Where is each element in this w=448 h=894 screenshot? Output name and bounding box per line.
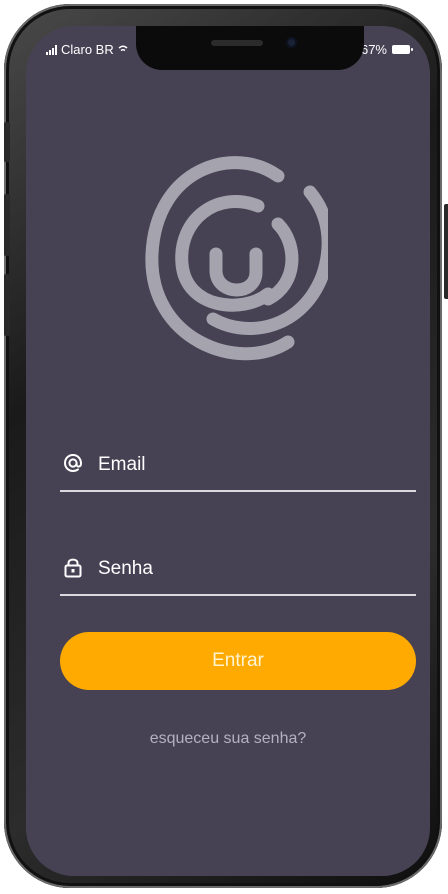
at-icon — [63, 453, 83, 473]
power-button — [444, 204, 448, 299]
lock-icon — [64, 558, 82, 578]
password-placeholder: Senha — [98, 558, 153, 579]
status-bar-left: Claro BR — [46, 42, 128, 57]
battery-icon — [392, 45, 413, 54]
email-field[interactable]: Email — [60, 440, 416, 492]
email-placeholder: Email — [98, 454, 146, 475]
carrier-name: Claro BR — [61, 42, 114, 57]
mute-switch — [4, 122, 10, 162]
spiral-smile-logo — [145, 156, 328, 361]
battery-percentage: 67% — [360, 42, 387, 57]
login-button[interactable]: Entrar — [60, 632, 416, 690]
forgot-password-link[interactable]: esqueceu sua senha? — [26, 730, 430, 748]
speaker-grille — [211, 40, 263, 46]
volume-up-button — [4, 194, 10, 256]
wifi-icon — [118, 45, 128, 52]
front-camera — [286, 37, 297, 48]
app-screen: Claro BR 67% Email Senha Entrar esqueceu… — [26, 26, 430, 876]
password-field[interactable]: Senha — [60, 544, 416, 596]
notch — [136, 26, 364, 70]
volume-down-button — [4, 274, 10, 336]
phone-frame: Claro BR 67% Email Senha Entrar esqueceu… — [4, 4, 448, 888]
signal-bars-icon — [46, 44, 57, 55]
